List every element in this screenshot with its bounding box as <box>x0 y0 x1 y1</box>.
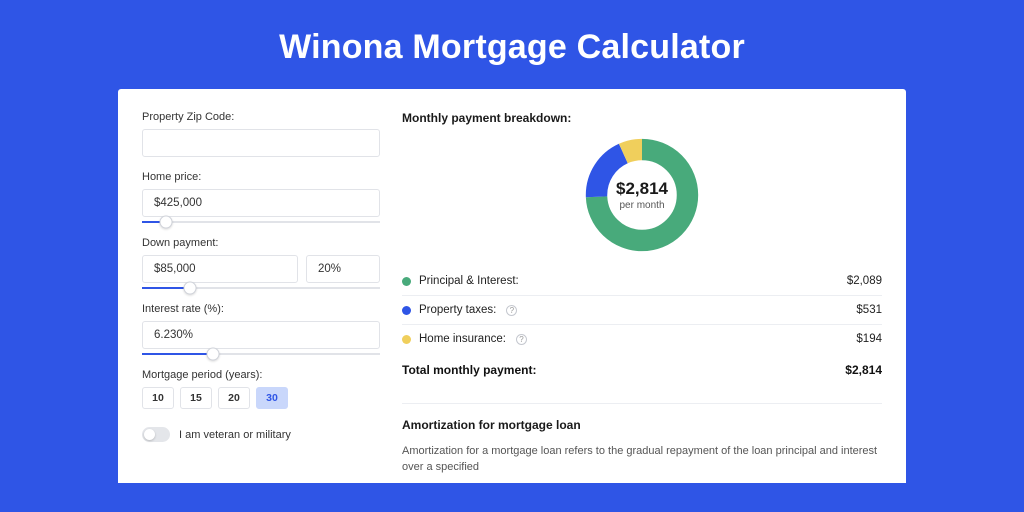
legend-value: $194 <box>856 333 882 345</box>
legend-dot <box>402 306 411 315</box>
slider-thumb[interactable] <box>183 282 196 295</box>
home-price-slider[interactable] <box>142 221 380 223</box>
field-period: Mortgage period (years): 10 15 20 30 <box>142 369 380 409</box>
veteran-row: I am veteran or military <box>142 427 380 442</box>
total-row: Total monthly payment: $2,814 <box>402 353 882 391</box>
legend-dot <box>402 277 411 286</box>
donut-center: $2,814 per month <box>616 179 668 211</box>
legend-row: Principal & Interest: $2,089 <box>402 267 882 296</box>
form-column: Property Zip Code: Home price: Down paym… <box>142 111 380 483</box>
legend-value: $531 <box>856 304 882 316</box>
amortization-text: Amortization for a mortgage loan refers … <box>402 444 882 476</box>
field-home-price: Home price: <box>142 171 380 223</box>
veteran-toggle[interactable] <box>142 427 170 442</box>
down-payment-label: Down payment: <box>142 237 380 249</box>
period-option-10[interactable]: 10 <box>142 387 174 409</box>
field-zip: Property Zip Code: <box>142 111 380 157</box>
period-label: Mortgage period (years): <box>142 369 380 381</box>
down-payment-input[interactable] <box>142 255 298 283</box>
total-value: $2,814 <box>845 363 882 377</box>
period-options: 10 15 20 30 <box>142 387 380 409</box>
down-payment-pct-input[interactable] <box>306 255 380 283</box>
legend-value: $2,089 <box>847 275 882 287</box>
zip-input[interactable] <box>142 129 380 157</box>
home-price-input[interactable] <box>142 189 380 217</box>
legend-dot <box>402 335 411 344</box>
page-title: Winona Mortgage Calculator <box>0 0 1024 89</box>
field-interest-rate: Interest rate (%): <box>142 303 380 355</box>
slider-thumb[interactable] <box>207 348 220 361</box>
period-option-20[interactable]: 20 <box>218 387 250 409</box>
legend-label: Property taxes: <box>419 304 496 316</box>
total-label: Total monthly payment: <box>402 363 536 377</box>
info-icon[interactable]: ? <box>516 334 527 345</box>
legend-label: Principal & Interest: <box>419 275 519 287</box>
info-icon[interactable]: ? <box>506 305 517 316</box>
legend-row: Home insurance:? $194 <box>402 325 882 353</box>
donut-wrap: $2,814 per month <box>402 125 882 267</box>
zip-label: Property Zip Code: <box>142 111 380 123</box>
interest-rate-input[interactable] <box>142 321 380 349</box>
donut-amount: $2,814 <box>616 179 668 199</box>
slider-thumb[interactable] <box>159 216 172 229</box>
legend: Principal & Interest: $2,089 Property taxe… <box>402 267 882 353</box>
home-price-label: Home price: <box>142 171 380 183</box>
legend-label: Home insurance: <box>419 333 506 345</box>
donut-chart: $2,814 per month <box>582 135 702 255</box>
toggle-knob <box>144 429 155 440</box>
donut-period: per month <box>616 200 668 211</box>
veteran-label: I am veteran or military <box>179 429 291 441</box>
breakdown-heading: Monthly payment breakdown: <box>402 111 882 125</box>
down-payment-slider[interactable] <box>142 287 380 289</box>
breakdown-column: Monthly payment breakdown: $2,814 per mo… <box>402 111 882 483</box>
legend-row: Property taxes:? $531 <box>402 296 882 325</box>
calculator-panel: Property Zip Code: Home price: Down paym… <box>118 89 906 483</box>
interest-rate-label: Interest rate (%): <box>142 303 380 315</box>
field-down-payment: Down payment: <box>142 237 380 289</box>
amortization-heading: Amortization for mortgage loan <box>402 403 882 432</box>
period-option-15[interactable]: 15 <box>180 387 212 409</box>
period-option-30[interactable]: 30 <box>256 387 288 409</box>
interest-rate-slider[interactable] <box>142 353 380 355</box>
